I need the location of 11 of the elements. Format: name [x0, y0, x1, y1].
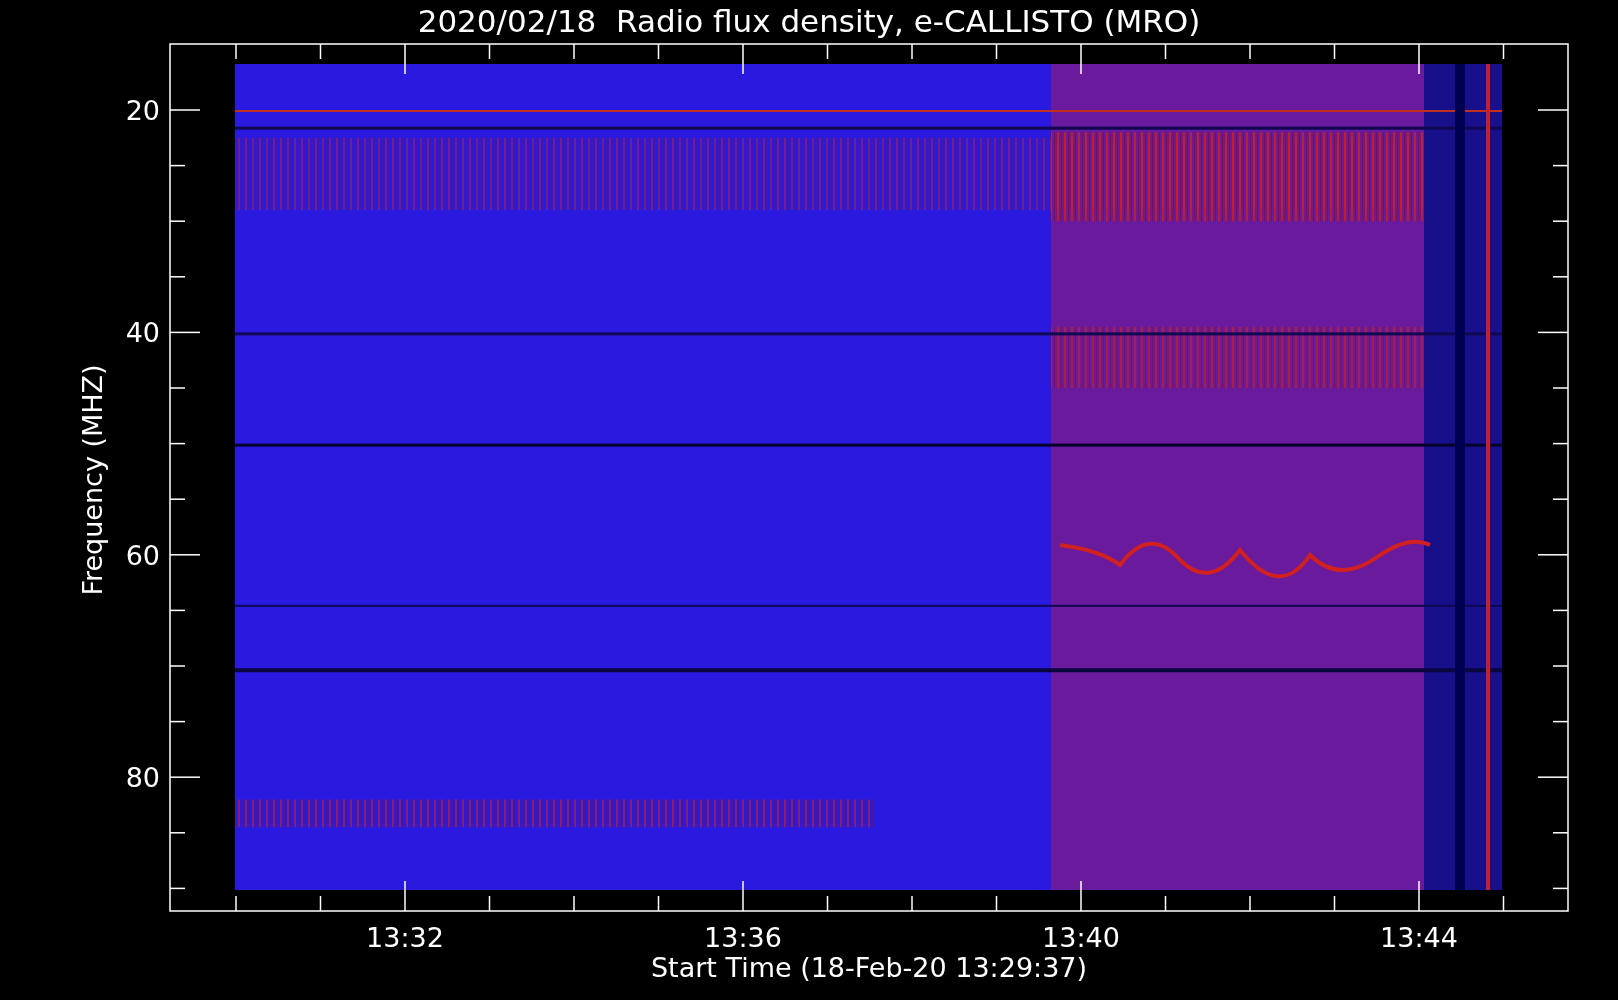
tick-label: 13:44	[1380, 922, 1458, 953]
axis-label: Start Time (18-Feb-20 13:29:37)	[650, 952, 1088, 983]
chart-title: 2020/02/18 Radio flux density, e-CALLISTO (MRO)	[417, 3, 1201, 39]
tick-label: 13:36	[704, 922, 782, 953]
tick-label: 13:32	[366, 922, 444, 953]
tick-label: 20	[125, 95, 160, 126]
tick-label: 40	[125, 317, 160, 349]
tick-label: 13:40	[1042, 922, 1120, 953]
tick-label: 80	[125, 762, 160, 794]
axis-label: Frequency (MHZ)	[77, 364, 108, 596]
tick-label: 60	[125, 539, 160, 571]
